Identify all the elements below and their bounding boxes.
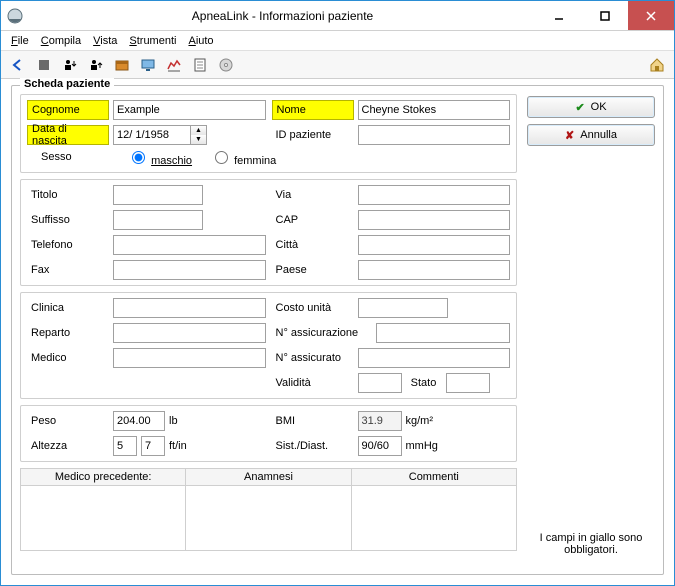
spin-up-icon[interactable]: ▲ xyxy=(191,126,206,135)
input-n-assicurato[interactable] xyxy=(358,348,511,368)
label-costo-unita: Costo unità xyxy=(272,298,354,318)
label-suffisso: Suffisso xyxy=(27,210,109,230)
label-fax: Fax xyxy=(27,260,109,280)
input-peso[interactable] xyxy=(113,411,165,431)
label-cap: CAP xyxy=(272,210,354,230)
group-legend: Scheda paziente xyxy=(20,78,114,90)
stop-icon[interactable] xyxy=(33,54,55,76)
minimize-button[interactable] xyxy=(536,1,582,30)
input-clinica[interactable] xyxy=(113,298,266,318)
input-data-nascita[interactable] xyxy=(113,125,191,145)
input-cap[interactable] xyxy=(358,210,511,230)
label-n-assicurazione: N° assicurazione xyxy=(272,323,372,343)
col-medico-prec: Medico precedente: xyxy=(21,469,186,485)
input-suffisso[interactable] xyxy=(113,210,203,230)
app-icon xyxy=(7,8,23,24)
label-id-paziente: ID paziente xyxy=(272,125,354,145)
cd-icon[interactable] xyxy=(215,54,237,76)
chart-icon[interactable] xyxy=(163,54,185,76)
radio-maschio[interactable]: maschio xyxy=(127,148,192,167)
label-nome: Nome xyxy=(272,100,354,120)
input-altezza-ft[interactable] xyxy=(113,436,137,456)
window-title: ApneaLink - Informazioni paziente xyxy=(29,9,536,23)
required-fields-note: I campi in giallo sono obbligatori. xyxy=(527,532,655,564)
unit-peso: lb xyxy=(169,415,178,427)
label-peso: Peso xyxy=(27,411,109,431)
label-paese: Paese xyxy=(272,260,354,280)
input-fax[interactable] xyxy=(113,260,266,280)
label-sist-diast: Sist./Diast. xyxy=(272,436,354,456)
input-sist-diast[interactable] xyxy=(358,436,402,456)
label-cognome: Cognome xyxy=(27,100,109,120)
label-telefono: Telefono xyxy=(27,235,109,255)
menu-compila[interactable]: Compila xyxy=(37,33,85,49)
menubar: File Compila Vista Strumenti Aiuto xyxy=(1,31,674,51)
menu-aiuto[interactable]: Aiuto xyxy=(184,33,217,49)
toolbar xyxy=(1,51,674,79)
spin-down-icon[interactable]: ▼ xyxy=(191,135,206,144)
label-titolo: Titolo xyxy=(27,185,109,205)
input-citta[interactable] xyxy=(358,235,511,255)
radio-femmina[interactable]: femmina xyxy=(210,148,276,167)
col-anamnesi: Anamnesi xyxy=(186,469,351,485)
input-medico[interactable] xyxy=(113,348,266,368)
date-of-birth-spinner[interactable]: ▲▼ xyxy=(113,125,207,145)
label-altezza: Altezza xyxy=(27,436,109,456)
label-clinica: Clinica xyxy=(27,298,109,318)
label-bmi: BMI xyxy=(272,411,354,431)
input-stato[interactable] xyxy=(446,373,490,393)
label-data-nascita: Data di nascita xyxy=(27,125,109,145)
label-stato: Stato xyxy=(406,377,442,389)
content-area: Scheda paziente Cognome Data di nascit xyxy=(1,79,674,585)
input-via[interactable] xyxy=(358,185,511,205)
input-reparto[interactable] xyxy=(113,323,266,343)
label-reparto: Reparto xyxy=(27,323,109,343)
upload-patient-icon[interactable] xyxy=(85,54,107,76)
menu-file[interactable]: File xyxy=(7,33,33,49)
textarea-anamnesi[interactable] xyxy=(186,486,351,550)
label-validita: Validità xyxy=(272,373,354,393)
unit-bmi: kg/m² xyxy=(406,415,434,427)
cancel-button[interactable]: Annulla xyxy=(527,124,655,146)
titlebar: ApneaLink - Informazioni paziente xyxy=(1,1,674,31)
unit-altezza: ft/in xyxy=(169,440,187,452)
label-n-assicurato: N° assicurato xyxy=(272,348,354,368)
scheda-paziente-group: Scheda paziente Cognome Data di nascit xyxy=(11,85,664,575)
textarea-medico-prec[interactable] xyxy=(21,486,186,550)
label-medico: Medico xyxy=(27,348,109,368)
col-commenti: Commenti xyxy=(352,469,516,485)
archive-icon[interactable] xyxy=(111,54,133,76)
unit-sist-diast: mmHg xyxy=(406,440,438,452)
label-sesso: Sesso xyxy=(41,151,109,163)
back-icon[interactable] xyxy=(7,54,29,76)
app-window: ApneaLink - Informazioni paziente File C… xyxy=(0,0,675,586)
download-patient-icon[interactable] xyxy=(59,54,81,76)
input-nome[interactable] xyxy=(358,100,511,120)
label-via: Via xyxy=(272,185,354,205)
input-id-paziente[interactable] xyxy=(358,125,511,145)
input-validita[interactable] xyxy=(358,373,402,393)
monitor-icon[interactable] xyxy=(137,54,159,76)
input-paese[interactable] xyxy=(358,260,511,280)
input-cognome[interactable] xyxy=(113,100,266,120)
input-bmi xyxy=(358,411,402,431)
input-titolo[interactable] xyxy=(113,185,203,205)
notes-header: Medico precedente: Anamnesi Commenti xyxy=(20,468,517,485)
menu-vista[interactable]: Vista xyxy=(89,33,121,49)
menu-strumenti[interactable]: Strumenti xyxy=(125,33,180,49)
input-n-assicurazione[interactable] xyxy=(376,323,511,343)
report-icon[interactable] xyxy=(189,54,211,76)
maximize-button[interactable] xyxy=(582,1,628,30)
label-citta: Città xyxy=(272,235,354,255)
textarea-commenti[interactable] xyxy=(352,486,516,550)
input-telefono[interactable] xyxy=(113,235,266,255)
input-altezza-in[interactable] xyxy=(141,436,165,456)
close-button[interactable] xyxy=(628,1,674,30)
input-costo-unita[interactable] xyxy=(358,298,448,318)
home-icon[interactable] xyxy=(646,54,668,76)
ok-button[interactable]: OK xyxy=(527,96,655,118)
